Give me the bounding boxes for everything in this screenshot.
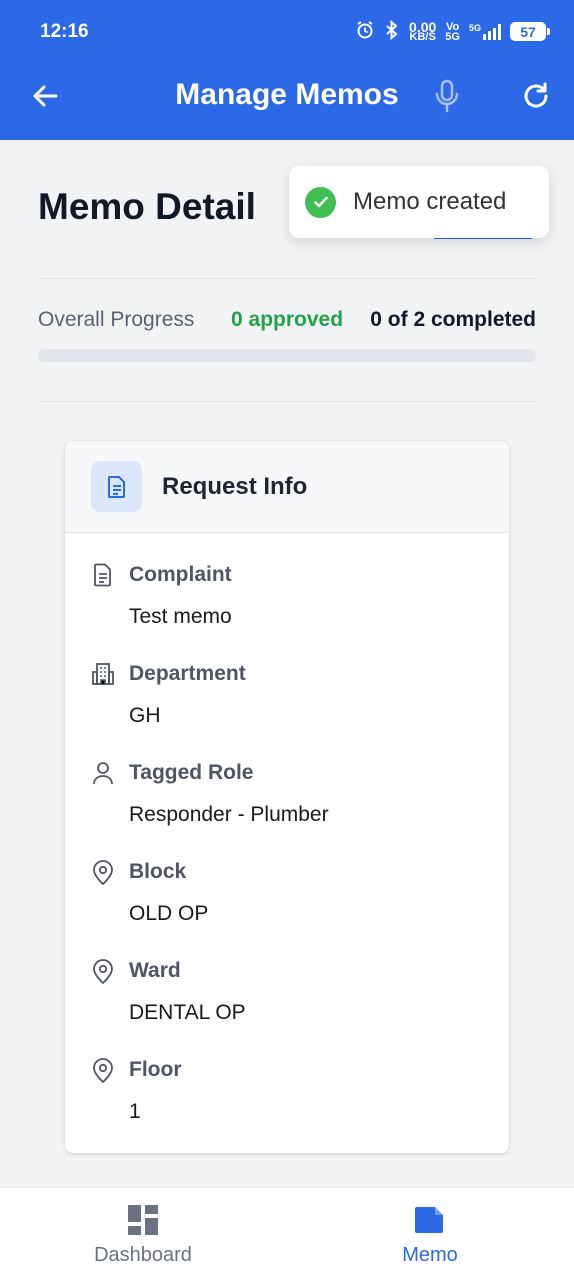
completed-count: 0 of 2 completed: [370, 308, 536, 331]
toast-notification: Memo created: [289, 166, 549, 238]
field-label: Ward: [129, 959, 181, 982]
field-block: Block OLD OP: [65, 860, 509, 950]
field-label: Block: [129, 860, 187, 883]
battery-icon: 57: [510, 22, 550, 41]
location-pin-icon: [91, 1058, 115, 1083]
approved-count: 0 approved: [231, 308, 344, 331]
divider: [38, 278, 536, 279]
user-icon: [91, 761, 115, 785]
field-value: DENTAL OP: [129, 1001, 246, 1024]
refresh-icon: [521, 81, 551, 116]
network-type: 5G: [468, 22, 481, 33]
field-value: OLD OP: [129, 902, 209, 925]
bluetooth-icon: [384, 19, 400, 43]
nav-item-memo[interactable]: Memo: [330, 1188, 530, 1280]
status-bar: 12:16 0.00 KB/S Vo 5G 5G 57: [0, 0, 574, 62]
location-pin-icon: [91, 860, 115, 885]
field-complaint: Complaint Test memo: [65, 563, 509, 653]
location-pin-icon: [91, 959, 115, 984]
card-header: Request Info: [65, 441, 509, 533]
field-value: 1: [129, 1100, 141, 1123]
nav-label: Dashboard: [94, 1244, 192, 1266]
volte-bottom: 5G: [445, 30, 460, 43]
field-label: Floor: [129, 1058, 182, 1081]
status-icons: 0.00 KB/S Vo 5G 5G 57: [355, 19, 550, 43]
nav-item-dashboard[interactable]: Dashboard: [43, 1188, 243, 1280]
field-label: Department: [129, 662, 246, 685]
check-circle-icon: [305, 186, 336, 218]
microphone-icon: [433, 79, 461, 118]
divider: [38, 401, 536, 402]
network-speed: 0.00 KB/S: [409, 20, 436, 43]
volte-indicator: Vo 5G: [445, 21, 460, 43]
voice-button[interactable]: [427, 78, 467, 118]
building-icon: [91, 662, 115, 686]
field-tagged-role: Tagged Role Responder - Plumber: [65, 761, 509, 851]
field-floor: Floor 1: [65, 1058, 509, 1148]
memo-icon: [414, 1204, 446, 1236]
field-value: GH: [129, 704, 161, 727]
app-header: 12:16 0.00 KB/S Vo 5G 5G 57 Manage Memos: [0, 0, 574, 140]
nav-label: Memo: [402, 1244, 458, 1266]
field-value: Responder - Plumber: [129, 803, 329, 826]
dashboard-grid-icon: [127, 1204, 159, 1236]
signal-icon: 5G: [468, 22, 501, 40]
overall-progress: Overall Progress 0 approved 0 of 2 compl…: [38, 308, 536, 336]
toast-message: Memo created: [353, 188, 507, 215]
refresh-button[interactable]: [516, 78, 556, 118]
alarm-icon: [355, 20, 375, 43]
progress-label: Overall Progress: [38, 308, 195, 331]
progress-bar: [38, 349, 536, 362]
field-ward: Ward DENTAL OP: [65, 959, 509, 1049]
request-info-card: Request Info Complaint Test memo Departm…: [65, 441, 509, 1153]
app-title: Manage Memos: [175, 78, 399, 111]
status-time: 12:16: [40, 21, 89, 42]
field-department: Department GH: [65, 662, 509, 752]
field-label: Tagged Role: [129, 761, 254, 784]
page-title: Memo Detail: [38, 186, 256, 227]
bottom-navigation: Dashboard Memo: [0, 1187, 574, 1280]
speed-unit: KB/S: [409, 30, 436, 43]
document-icon: [91, 563, 115, 587]
document-icon: [91, 461, 142, 512]
field-label: Complaint: [129, 563, 232, 586]
card-title: Request Info: [162, 473, 308, 500]
field-value: Test memo: [129, 605, 232, 628]
